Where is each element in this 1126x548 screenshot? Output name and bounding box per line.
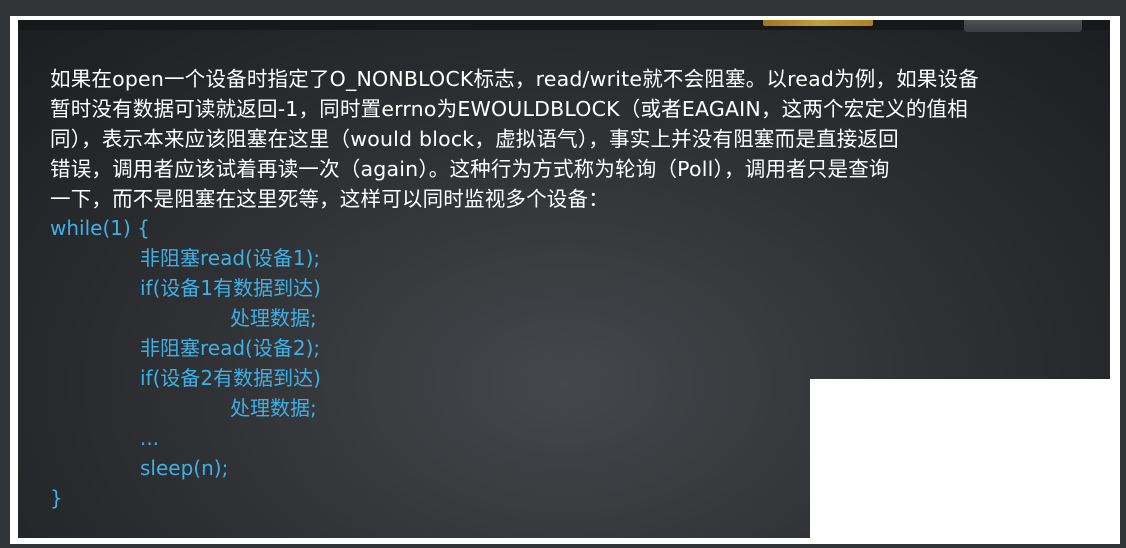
code-line: if(设备2有数据到达): [140, 366, 321, 390]
code-line: while(1) {: [50, 216, 150, 240]
paragraph-line: 同），表示本来应该阻塞在这里（would block，虚拟语气），事实上并没有阻…: [50, 127, 899, 151]
paragraph-line: 暂时没有数据可读就返回-1，同时置errno为EWOULDBLOCK（或者EAG…: [50, 97, 968, 121]
explanation-paragraph: 如果在open一个设备时指定了O_NONBLOCK标志，read/write就不…: [50, 64, 1100, 214]
code-line: 处理数据;: [230, 306, 317, 330]
code-line: 处理数据;: [230, 396, 317, 420]
code-line: }: [50, 486, 63, 510]
code-line: ...: [140, 426, 160, 450]
slide-top-strip: [18, 20, 1110, 30]
code-block: while(1) { 非阻塞read(设备1); if(设备1有数据到达) 处理…: [50, 213, 321, 513]
code-line: 非阻塞read(设备1);: [140, 246, 321, 270]
paragraph-line: 错误，调用者应该试着再读一次（again）。这种行为方式称为轮询（Poll），调…: [50, 157, 890, 181]
slide: 如果在open一个设备时指定了O_NONBLOCK标志，read/write就不…: [18, 20, 1110, 538]
logo-mark: [763, 20, 873, 26]
paragraph-line: 如果在open一个设备时指定了O_NONBLOCK标志，read/write就不…: [50, 67, 979, 91]
code-line: if(设备1有数据到达): [140, 276, 321, 300]
paragraph-line: 一下，而不是阻塞在这里死等，这样可以同时监视多个设备：: [50, 187, 609, 211]
white-cover-region: [810, 379, 1110, 538]
code-line: sleep(n);: [140, 456, 229, 480]
code-line: 非阻塞read(设备2);: [140, 336, 321, 360]
corner-badge: [964, 20, 1082, 32]
